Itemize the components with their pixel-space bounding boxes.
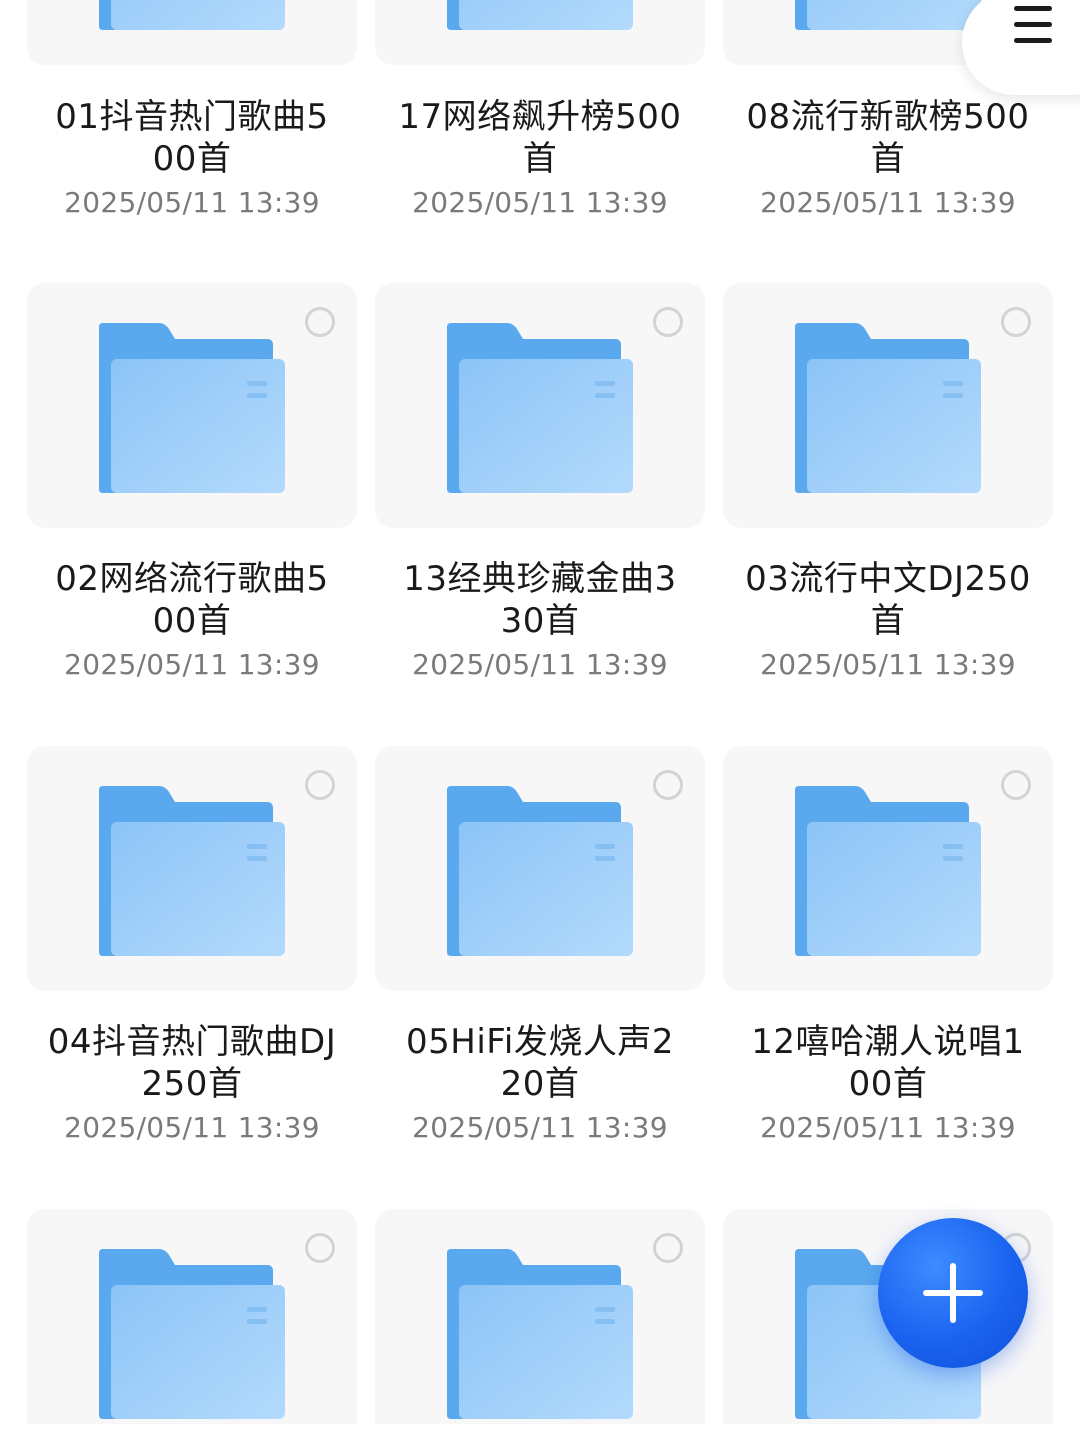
folder-icon xyxy=(99,323,285,493)
file-grid-page: 01抖音热门歌曲500首 2025/05/11 13:39 17网络飙升榜500… xyxy=(0,0,1080,1440)
folder-card-top-1[interactable] xyxy=(27,0,357,65)
select-circle-icon[interactable] xyxy=(1001,770,1031,800)
folder-date: 2025/05/11 13:39 xyxy=(412,1111,668,1144)
folder-card-top-2[interactable] xyxy=(375,0,705,65)
folder-card[interactable] xyxy=(27,1209,357,1424)
folder-card[interactable] xyxy=(27,746,357,991)
folder-icon xyxy=(447,786,633,956)
add-button[interactable] xyxy=(878,1218,1028,1368)
folder-date: 2025/05/11 13:39 xyxy=(412,186,668,219)
folder-icon xyxy=(447,0,633,30)
folder-name[interactable]: 12嘻哈潮人说唱100首 xyxy=(743,1021,1033,1105)
folder-card[interactable] xyxy=(375,1209,705,1424)
folder-card[interactable] xyxy=(27,283,357,528)
folder-caption: 01抖音热门歌曲500首 2025/05/11 13:39 xyxy=(27,96,357,220)
folder-name[interactable]: 05HiFi发烧人声220首 xyxy=(395,1021,685,1105)
folder-date: 2025/05/11 13:39 xyxy=(760,186,1016,219)
menu-icon[interactable] xyxy=(1014,6,1052,44)
folder-name[interactable]: 13经典珍藏金曲330首 xyxy=(395,558,685,642)
folder-caption: 13经典珍藏金曲330首 2025/05/11 13:39 xyxy=(375,558,705,682)
folder-date: 2025/05/11 13:39 xyxy=(64,1111,320,1144)
folder-icon xyxy=(447,323,633,493)
folder-card[interactable] xyxy=(723,746,1053,991)
folder-name[interactable]: 08流行新歌榜500首 xyxy=(743,96,1033,180)
folder-caption: 17网络飙升榜500首 2025/05/11 13:39 xyxy=(375,96,705,220)
folder-icon xyxy=(99,1249,285,1419)
folder-caption: 03流行中文DJ250首 2025/05/11 13:39 xyxy=(723,558,1053,682)
folder-caption: 05HiFi发烧人声220首 2025/05/11 13:39 xyxy=(375,1021,705,1145)
folder-name[interactable]: 04抖音热门歌曲DJ250首 xyxy=(47,1021,337,1105)
folder-card[interactable] xyxy=(375,283,705,528)
folder-date: 2025/05/11 13:39 xyxy=(412,648,668,681)
folder-date: 2025/05/11 13:39 xyxy=(760,1111,1016,1144)
select-circle-icon[interactable] xyxy=(653,770,683,800)
folder-icon xyxy=(99,786,285,956)
select-circle-icon[interactable] xyxy=(1001,307,1031,337)
folder-name[interactable]: 02网络流行歌曲500首 xyxy=(47,558,337,642)
folder-name[interactable]: 17网络飙升榜500首 xyxy=(395,96,685,180)
select-circle-icon[interactable] xyxy=(305,307,335,337)
folder-caption: 12嘻哈潮人说唱100首 2025/05/11 13:39 xyxy=(723,1021,1053,1145)
folder-icon xyxy=(795,0,981,30)
folder-caption: 02网络流行歌曲500首 2025/05/11 13:39 xyxy=(27,558,357,682)
folder-name[interactable]: 01抖音热门歌曲500首 xyxy=(47,96,337,180)
folder-date: 2025/05/11 13:39 xyxy=(64,186,320,219)
folder-card[interactable] xyxy=(723,283,1053,528)
folder-icon xyxy=(795,786,981,956)
folder-caption: 08流行新歌榜500首 2025/05/11 13:39 xyxy=(723,96,1053,220)
folder-date: 2025/05/11 13:39 xyxy=(64,648,320,681)
select-circle-icon[interactable] xyxy=(653,307,683,337)
select-circle-icon[interactable] xyxy=(305,1233,335,1263)
folder-name[interactable]: 03流行中文DJ250首 xyxy=(743,558,1033,642)
folder-icon xyxy=(99,0,285,30)
folder-date: 2025/05/11 13:39 xyxy=(760,648,1016,681)
folder-icon xyxy=(447,1249,633,1419)
plus-icon xyxy=(950,1263,956,1323)
folder-card[interactable] xyxy=(375,746,705,991)
select-circle-icon[interactable] xyxy=(653,1233,683,1263)
select-circle-icon[interactable] xyxy=(305,770,335,800)
folder-icon xyxy=(795,323,981,493)
folder-caption: 04抖音热门歌曲DJ250首 2025/05/11 13:39 xyxy=(27,1021,357,1145)
